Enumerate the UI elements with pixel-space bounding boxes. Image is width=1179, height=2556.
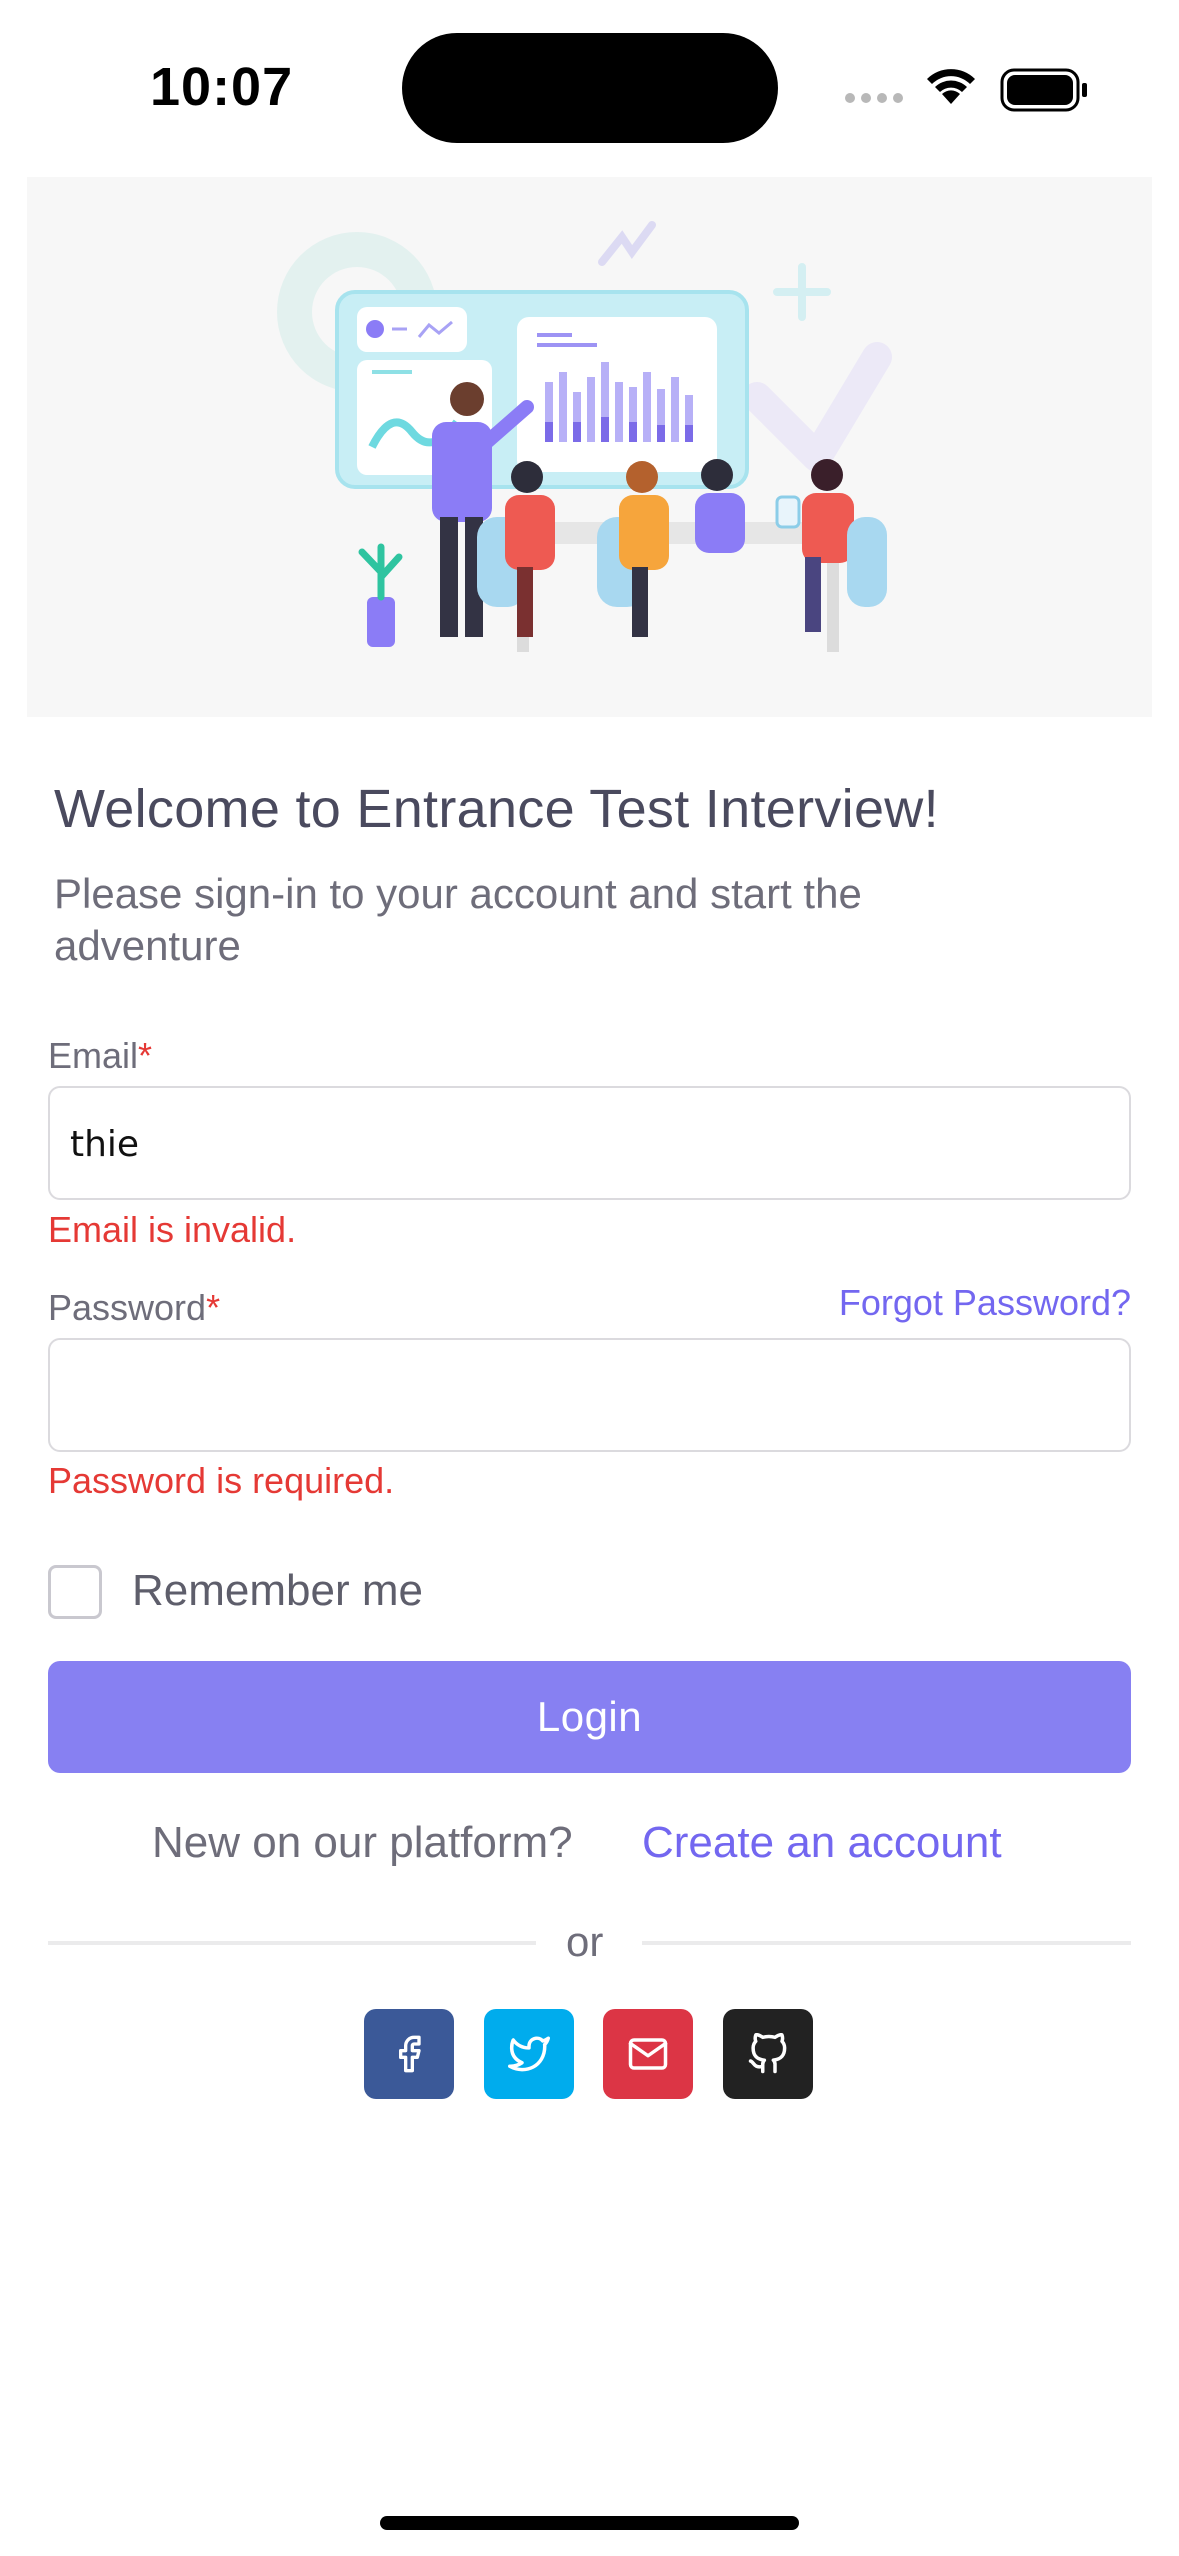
dynamic-island xyxy=(402,33,778,143)
remember-me-checkbox[interactable] xyxy=(48,1565,102,1619)
email-required-mark: * xyxy=(138,1035,153,1076)
password-required-mark: * xyxy=(206,1287,221,1328)
hero-illustration xyxy=(27,177,1152,717)
twitter-button[interactable] xyxy=(484,2009,574,2099)
github-icon xyxy=(748,2033,787,2074)
mail-button[interactable] xyxy=(603,2009,693,2099)
email-input-value: thie xyxy=(70,1124,140,1165)
divider-left xyxy=(48,1941,536,1945)
password-input[interactable] xyxy=(48,1338,1131,1452)
divider-right xyxy=(642,1941,1131,1945)
facebook-button[interactable] xyxy=(364,2009,454,2099)
password-error: Password is required. xyxy=(48,1460,395,1501)
page-subtitle: Please sign-in to your account and start… xyxy=(54,870,862,969)
divider-text: or xyxy=(566,1918,604,1965)
email-input[interactable]: thie xyxy=(48,1086,1131,1200)
wifi-icon xyxy=(927,69,975,104)
remember-me-label[interactable]: Remember me xyxy=(132,1566,423,1616)
password-label-text: Password xyxy=(48,1287,207,1328)
twitter-icon xyxy=(508,2036,550,2072)
email-label: Email* xyxy=(48,1035,152,1077)
status-time: 10:07 xyxy=(150,57,294,117)
login-button[interactable]: Login xyxy=(48,1661,1131,1773)
password-label: Password* xyxy=(48,1287,220,1329)
create-account-link[interactable]: Create an account xyxy=(642,1818,1002,1868)
login-button-label: Login xyxy=(536,1693,643,1740)
signup-prompt: New on our platform? xyxy=(152,1818,573,1867)
home-indicator[interactable] xyxy=(380,2516,799,2530)
github-button[interactable] xyxy=(723,2009,813,2099)
email-error: Email is invalid. xyxy=(48,1209,297,1250)
email-label-text: Email xyxy=(48,1035,139,1076)
facebook-icon xyxy=(399,2035,421,2073)
mail-icon xyxy=(628,2038,668,2070)
cellular-signal-icon xyxy=(845,93,903,103)
forgot-password-link[interactable]: Forgot Password? xyxy=(839,1282,1131,1324)
status-bar: 10:07 xyxy=(0,0,1179,170)
battery-icon xyxy=(1000,68,1087,112)
page-title: Welcome to Entrance Test Interview! xyxy=(54,779,939,839)
